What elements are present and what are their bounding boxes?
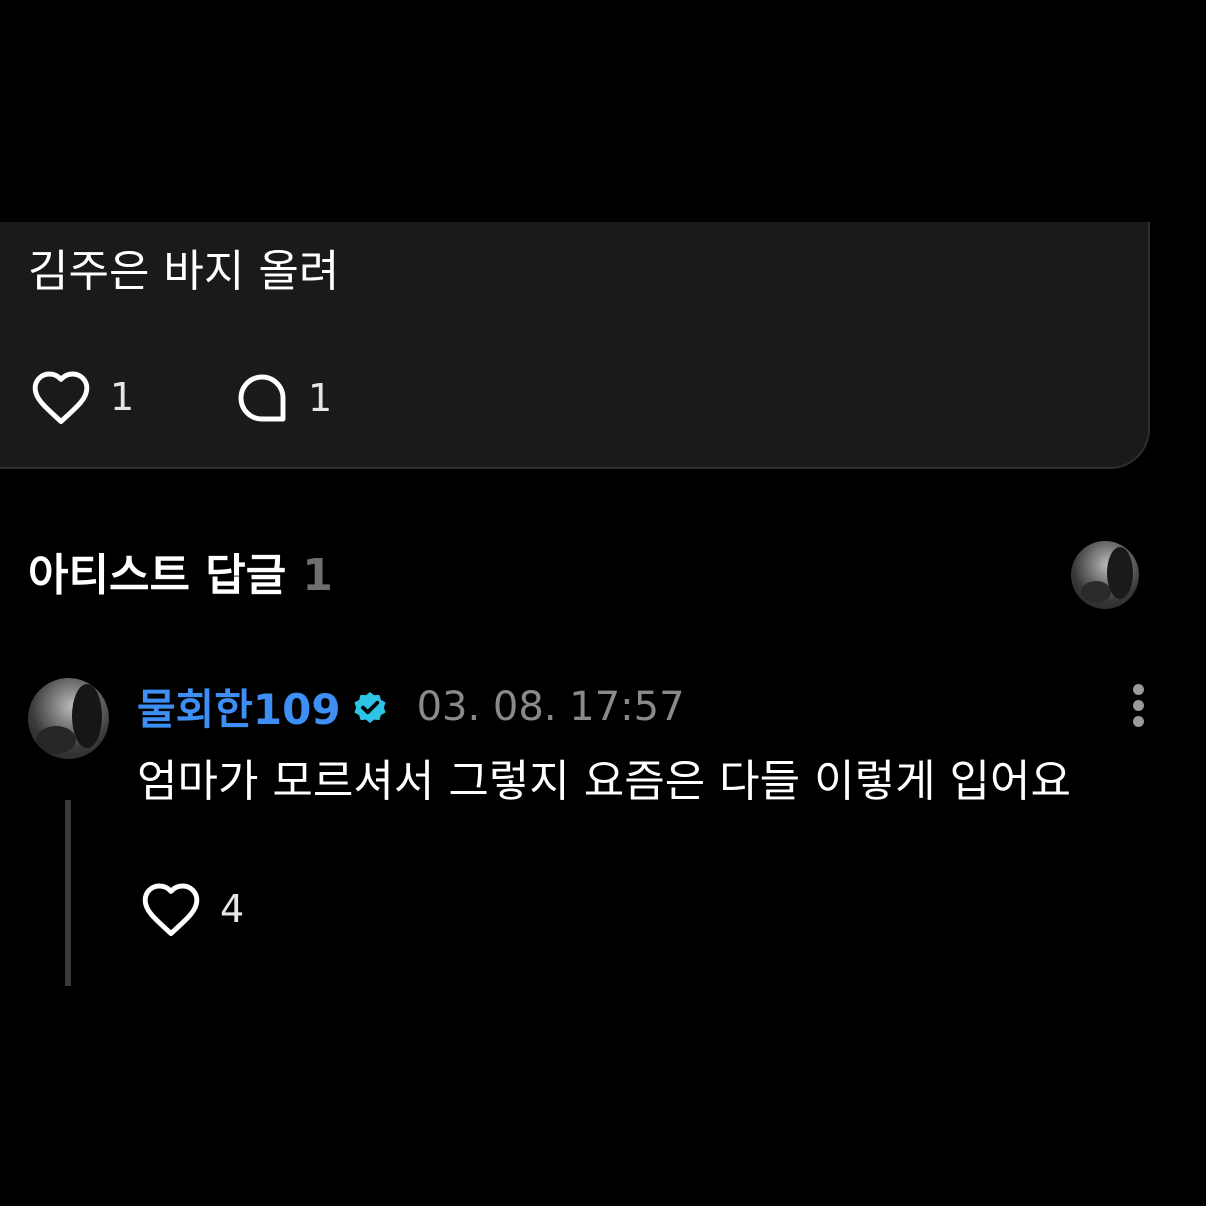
speech-bubble-icon <box>238 374 286 422</box>
artist-replies-header: 아티스트 답글 1 <box>28 546 333 606</box>
reply-timestamp: 03. 08. 17:57 <box>416 683 685 730</box>
heart-outline-icon <box>32 371 90 424</box>
reply-like-button[interactable]: 4 <box>140 880 244 938</box>
section-count: 1 <box>302 550 333 601</box>
more-vertical-icon <box>1133 684 1144 695</box>
reply-text: 엄마가 모르셔서 그렇지 요즘은 다들 이렇게 입어요 <box>137 756 1071 807</box>
post-comment-count: 1 <box>308 376 333 420</box>
thread-line <box>65 800 71 986</box>
artist-avatar-small[interactable] <box>1071 541 1139 609</box>
reply-like-count: 4 <box>220 887 245 931</box>
reply-avatar[interactable] <box>28 678 109 759</box>
post-like-button[interactable]: 1 <box>30 368 134 426</box>
reply-username[interactable]: 물회한109 <box>137 676 341 737</box>
post-like-count: 1 <box>110 375 135 419</box>
more-options-button[interactable] <box>1128 684 1150 728</box>
heart-outline-icon <box>142 883 200 936</box>
post-text: 김주은 바지 올려 <box>28 246 340 297</box>
post-comment-button[interactable]: 1 <box>234 370 332 426</box>
section-title: 아티스트 답글 <box>28 550 287 601</box>
verified-badge-icon <box>354 691 386 723</box>
reply-meta: 물회한109 03. 08. 17:57 <box>137 676 685 737</box>
